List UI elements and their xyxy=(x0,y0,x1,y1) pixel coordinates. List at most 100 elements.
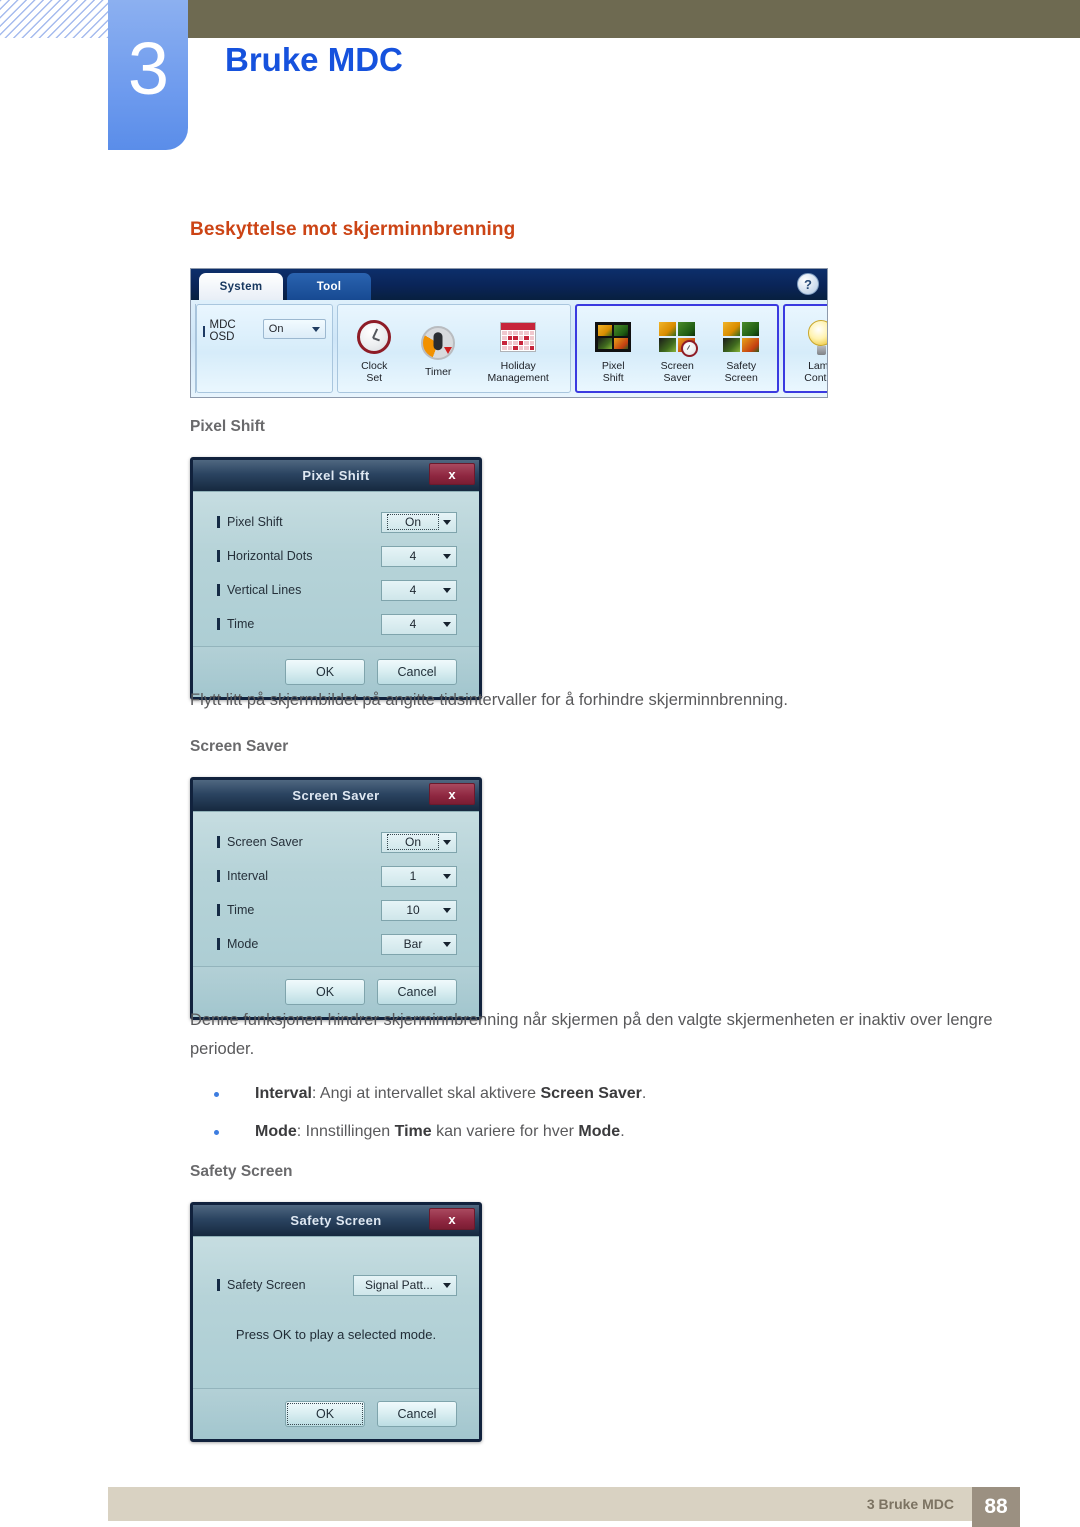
list-item: Mode: Innstillingen Time kan variere for… xyxy=(190,1118,970,1146)
close-icon[interactable]: x xyxy=(429,463,475,485)
row-time: Time 10 xyxy=(193,896,479,924)
help-icon[interactable]: ? xyxy=(797,273,819,295)
select-time[interactable]: 10 xyxy=(381,899,457,921)
dialog-footer: OK Cancel xyxy=(193,1388,479,1439)
label-mode: Mode xyxy=(217,937,381,951)
clock-set-label-line2: Set xyxy=(366,372,383,384)
bullet-mode-text: Mode: Innstillingen Time kan variere for… xyxy=(255,1123,625,1140)
sub-heading-safety-screen: Safety Screen xyxy=(190,1163,293,1180)
mdc-osd-value: On xyxy=(268,323,284,335)
safety-screen-label-line1: Safety xyxy=(726,360,757,372)
pixel-shift-label-line1: Pixel xyxy=(601,360,625,372)
toolbar-item-pixel-shift[interactable]: Pixel Shift xyxy=(581,313,645,384)
label-tick-icon xyxy=(217,550,220,562)
chevron-down-icon xyxy=(443,941,451,947)
dialog-pixel-shift: Pixel Shift x Pixel Shift On Horizontal … xyxy=(190,457,482,700)
mdc-ribbon-body: MDC OSD On Clock Set Timer Holiday Manag… xyxy=(191,300,827,397)
panel-mdc-osd: MDC OSD On xyxy=(196,304,334,393)
chevron-down-icon xyxy=(443,873,451,879)
label-pixel-shift: Pixel Shift xyxy=(217,515,381,529)
panel-screen-protection-group: Pixel Shift Screen Saver Safety Screen xyxy=(575,304,780,393)
label-time: Time xyxy=(217,903,381,917)
select-pixel-shift[interactable]: On xyxy=(381,511,457,533)
bullet-list-screen-saver: Interval: Angi at intervallet skal aktiv… xyxy=(190,1080,970,1156)
select-vertical-lines[interactable]: 4 xyxy=(381,579,457,601)
toolbar-item-lamp-control[interactable]: Lamp Control xyxy=(789,313,828,384)
timer-icon xyxy=(419,325,457,363)
chapter-title: Bruke MDC xyxy=(225,41,403,78)
bullet-interval-text: Interval: Angi at intervallet skal aktiv… xyxy=(255,1085,647,1102)
toolbar-item-safety-screen[interactable]: Safety Screen xyxy=(709,313,773,384)
holiday-label-line1: Holiday xyxy=(500,360,536,372)
label-tick-icon xyxy=(217,584,220,596)
close-icon[interactable]: x xyxy=(429,1208,475,1230)
row-horizontal-dots: Horizontal Dots 4 xyxy=(193,542,479,570)
sub-heading-screen-saver: Screen Saver xyxy=(190,738,289,755)
row-vertical-lines: Vertical Lines 4 xyxy=(193,576,479,604)
select-mode[interactable]: Bar xyxy=(381,933,457,955)
pixel-shift-icon xyxy=(594,319,632,357)
mdc-osd-label-text: MDC OSD xyxy=(209,319,236,343)
cancel-button[interactable]: Cancel xyxy=(377,979,457,1005)
chevron-down-icon xyxy=(443,1282,451,1288)
dialog-safety-screen: Safety Screen x Safety Screen Signal Pat… xyxy=(190,1202,482,1442)
lamp-label-line1: Lamp xyxy=(808,360,828,372)
ok-button[interactable]: OK xyxy=(285,979,365,1005)
calendar-icon xyxy=(499,319,537,357)
mini-clock-icon xyxy=(681,340,699,357)
toolbar-item-clock-set[interactable]: Clock Set xyxy=(342,313,406,384)
sub-heading-pixel-shift: Pixel Shift xyxy=(190,418,265,435)
row-safety-screen: Safety Screen Signal Patt... xyxy=(193,1271,479,1299)
chapter-number: 3 xyxy=(127,27,169,110)
chevron-down-icon xyxy=(443,587,451,593)
label-interval: Interval xyxy=(217,869,381,883)
label-tick-icon xyxy=(203,325,205,337)
footer-bar xyxy=(108,1487,972,1521)
dialog-title: Pixel Shift xyxy=(302,468,370,483)
screen-saver-label-line1: Screen xyxy=(660,360,694,372)
lamp-icon xyxy=(802,319,827,357)
dialog-message: Press OK to play a selected mode. xyxy=(235,1327,437,1342)
panel-lamp-group: Lamp Control xyxy=(783,304,828,393)
mdc-osd-label: MDC OSD xyxy=(203,319,251,343)
mdc-titlebar: System Tool ? xyxy=(191,269,827,300)
label-tick-icon xyxy=(217,938,220,950)
ok-button[interactable]: OK xyxy=(285,659,365,685)
lamp-label-line2: Control xyxy=(804,372,827,384)
select-screen-saver[interactable]: On xyxy=(381,831,457,853)
select-time[interactable]: 4 xyxy=(381,613,457,635)
mdc-osd-select[interactable]: On xyxy=(262,319,327,339)
toolbar-item-holiday-management[interactable]: Holiday Management xyxy=(470,313,566,384)
pixel-shift-label-line2: Shift xyxy=(602,372,624,384)
chevron-down-icon xyxy=(443,621,451,627)
chevron-down-icon xyxy=(312,326,321,332)
select-horizontal-dots[interactable]: 4 xyxy=(381,545,457,567)
tab-system[interactable]: System xyxy=(199,273,283,300)
tab-tool[interactable]: Tool xyxy=(287,273,371,300)
cancel-button[interactable]: Cancel xyxy=(377,1401,457,1427)
label-screen-saver: Screen Saver xyxy=(217,835,381,849)
toolbar-item-timer[interactable]: Timer xyxy=(406,319,470,378)
dialog-title: Safety Screen xyxy=(290,1213,382,1228)
label-tick-icon xyxy=(217,516,220,528)
dialog-titlebar: Safety Screen x xyxy=(193,1205,479,1236)
safety-screen-icon xyxy=(722,319,760,357)
select-safety-screen[interactable]: Signal Patt... xyxy=(353,1274,457,1296)
close-icon[interactable]: x xyxy=(429,783,475,805)
cancel-button[interactable]: Cancel xyxy=(377,659,457,685)
safety-screen-label-line2: Screen xyxy=(724,372,758,384)
list-item: Interval: Angi at intervallet skal aktiv… xyxy=(190,1080,970,1108)
label-safety-screen: Safety Screen xyxy=(217,1278,353,1292)
header-olive-bar xyxy=(185,0,1080,38)
toolbar-item-screen-saver[interactable]: Screen Saver xyxy=(645,313,709,384)
row-mode: Mode Bar xyxy=(193,930,479,958)
paragraph-pixel-shift: Flytt litt på skjermbildet på angitte ti… xyxy=(190,691,788,709)
footer-text: 3 Bruke MDC xyxy=(866,1496,954,1512)
select-interval[interactable]: 1 xyxy=(381,865,457,887)
screen-saver-label-line2: Saver xyxy=(663,372,691,384)
label-time: Time xyxy=(217,617,381,631)
dialog-titlebar: Screen Saver x xyxy=(193,780,479,811)
ok-button[interactable]: OK xyxy=(285,1401,365,1427)
chapter-number-tab: 3 xyxy=(108,0,188,150)
chevron-down-icon xyxy=(443,907,451,913)
